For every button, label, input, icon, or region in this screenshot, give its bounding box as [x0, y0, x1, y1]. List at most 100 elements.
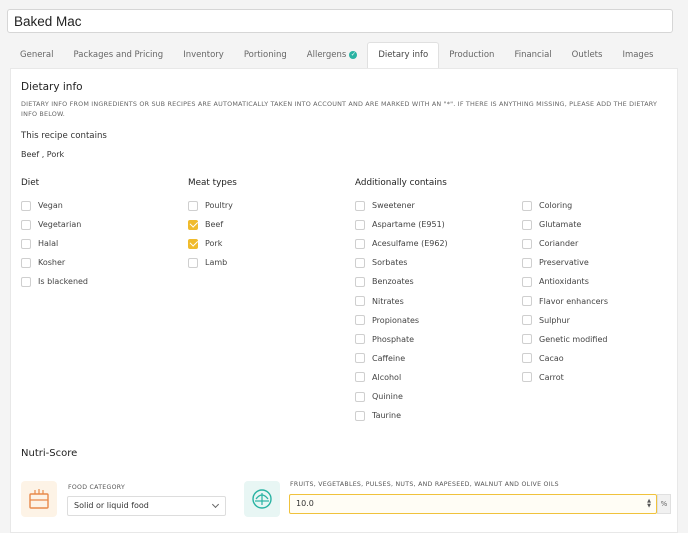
tab-dietary-info[interactable]: Dietary info — [367, 42, 440, 68]
checkbox-row-quinine[interactable]: Quinine — [355, 390, 403, 403]
checkbox-row-aspartame-e951-[interactable]: Aspartame (E951) — [355, 218, 445, 231]
recipe-name-input[interactable]: Baked Mac — [7, 9, 673, 33]
checkbox[interactable] — [522, 200, 532, 211]
fruits-vegetables-label: FRUITS, VEGETABLES, PULSES, NUTS, AND RA… — [290, 481, 559, 488]
tab-outlets[interactable]: Outlets — [562, 42, 613, 68]
checkbox[interactable] — [522, 372, 532, 383]
checkbox-label: Sorbates — [372, 258, 408, 268]
checkbox[interactable] — [21, 238, 31, 249]
checkbox-row-antioxidants[interactable]: Antioxidants — [522, 275, 589, 288]
checkbox[interactable] — [355, 334, 365, 345]
tab-financial[interactable]: Financial — [504, 42, 561, 68]
meat-types-title: Meat types — [188, 178, 237, 188]
checkbox[interactable] — [21, 276, 31, 287]
checkbox-row-beef[interactable]: Beef — [188, 218, 223, 231]
checkbox-row-carrot[interactable]: Carrot — [522, 371, 564, 384]
checkbox[interactable] — [522, 276, 532, 287]
checkbox-label: Cacao — [539, 353, 564, 363]
checkbox-row-propionates[interactable]: Propionates — [355, 314, 419, 327]
checkbox-checked[interactable] — [188, 238, 198, 249]
checkbox-label: Nitrates — [372, 296, 404, 306]
tab-production[interactable]: Production — [439, 42, 504, 68]
checkbox[interactable] — [355, 276, 365, 287]
checkbox-row-kosher[interactable]: Kosher — [21, 256, 65, 269]
checkbox[interactable] — [355, 315, 365, 326]
checkbox-label: Alcohol — [372, 372, 402, 382]
tab-portioning[interactable]: Portioning — [234, 42, 297, 68]
tab-allergens[interactable]: Allergens ✓ — [297, 42, 368, 68]
checkbox-label: Quinine — [372, 392, 403, 401]
checkbox[interactable] — [522, 334, 532, 345]
checkbox[interactable] — [522, 257, 532, 268]
fruits-vegetables-input[interactable]: 10.0 ▲ ▼ — [289, 494, 657, 514]
checkbox-row-flavor-enhancers[interactable]: Flavor enhancers — [522, 295, 608, 308]
checkbox-row-acesulfame-e962-[interactable]: Acesulfame (E962) — [355, 237, 448, 250]
checkbox-row-preservative[interactable]: Preservative — [522, 256, 589, 269]
nutri-score-title: Nutri-Score — [21, 448, 78, 459]
tab-label: Images — [622, 49, 654, 60]
checkbox[interactable] — [355, 410, 365, 421]
checkbox-row-coloring[interactable]: Coloring — [522, 199, 572, 212]
checkbox-row-taurine[interactable]: Taurine — [355, 409, 401, 422]
checkbox-label: Benzoates — [372, 277, 414, 287]
checkbox[interactable] — [522, 353, 532, 364]
checkbox-label: Coloring — [539, 201, 573, 210]
checkbox-row-sweetener[interactable]: Sweetener — [355, 199, 415, 212]
checkbox-row-pork[interactable]: Pork — [188, 237, 222, 250]
tab-images[interactable]: Images — [612, 42, 663, 68]
checkbox[interactable] — [188, 200, 198, 211]
tab-label: Portioning — [243, 49, 287, 60]
checkbox-row-caffeine[interactable]: Caffeine — [355, 352, 405, 365]
checkbox[interactable] — [355, 200, 365, 211]
checkbox-row-nitrates[interactable]: Nitrates — [355, 295, 404, 308]
checkbox-label: Beef — [205, 220, 224, 230]
food-category-select[interactable]: Solid or liquid food — [67, 496, 226, 516]
recipe-contains-label: This recipe contains — [21, 131, 107, 141]
tab-inventory[interactable]: Inventory — [173, 42, 234, 68]
checkbox-label: Phosphate — [372, 334, 415, 344]
checkbox[interactable] — [21, 200, 31, 211]
tab-general[interactable]: General — [10, 42, 64, 68]
checkbox-row-alcohol[interactable]: Alcohol — [355, 371, 401, 384]
checkbox-row-cacao[interactable]: Cacao — [522, 352, 564, 365]
number-spinner-icon[interactable]: ▲ ▼ — [647, 499, 651, 509]
checkbox-label: Carrot — [539, 372, 564, 382]
checkbox[interactable] — [522, 296, 532, 306]
checkbox-row-poultry[interactable]: Poultry — [188, 199, 233, 212]
tab-label: Financial — [514, 49, 552, 60]
checkbox[interactable] — [355, 257, 365, 268]
checkbox-row-vegetarian[interactable]: Vegetarian — [21, 218, 81, 231]
checkbox[interactable] — [355, 219, 365, 230]
additionally-contains-title: Additionally contains — [355, 178, 447, 188]
checkbox-row-is-blackened[interactable]: Is blackened — [21, 275, 88, 288]
checkbox-row-sulphur[interactable]: Sulphur — [522, 314, 570, 327]
checkbox[interactable] — [21, 257, 31, 268]
checkbox[interactable] — [522, 238, 532, 249]
diet-title: Diet — [21, 178, 40, 188]
checkbox-row-coriander[interactable]: Coriander — [522, 237, 578, 250]
checkbox[interactable] — [355, 238, 365, 249]
checkbox[interactable] — [522, 219, 532, 230]
checkbox-row-benzoates[interactable]: Benzoates — [355, 275, 414, 288]
checkbox-row-phosphate[interactable]: Phosphate — [355, 333, 414, 346]
checkbox[interactable] — [355, 372, 365, 383]
checkbox-label: Sweetener — [372, 201, 415, 210]
checkbox-label: Pork — [205, 239, 223, 249]
checkbox[interactable] — [355, 391, 365, 402]
checkbox-row-vegan[interactable]: Vegan — [21, 199, 63, 212]
checkbox[interactable] — [188, 257, 198, 268]
checkbox-row-glutamate[interactable]: Glutamate — [522, 218, 581, 231]
checkbox[interactable] — [355, 353, 365, 364]
tab-packages-and-pricing[interactable]: Packages and Pricing — [64, 42, 174, 68]
checkbox-checked[interactable] — [188, 219, 198, 230]
checkbox[interactable] — [355, 296, 365, 306]
checkbox[interactable] — [21, 219, 31, 230]
checkbox-label: Propionates — [372, 315, 420, 325]
checkbox-label: Is blackened — [38, 277, 89, 287]
checkbox[interactable] — [522, 315, 532, 326]
checkbox-row-sorbates[interactable]: Sorbates — [355, 256, 407, 269]
checkbox-row-lamb[interactable]: Lamb — [188, 256, 227, 269]
checkbox-row-genetic-modified[interactable]: Genetic modified — [522, 333, 607, 346]
checkbox-row-halal[interactable]: Halal — [21, 237, 58, 250]
tab-label: Packages and Pricing — [73, 49, 164, 60]
